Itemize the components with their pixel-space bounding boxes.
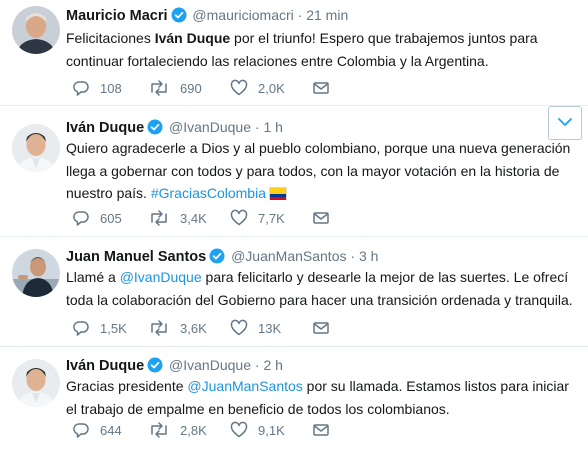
verified-badge-icon [171, 7, 187, 28]
tweet-duque-1[interactable]: Iván Duque @IvanDuque · 1 h Quiero agrad… [0, 106, 588, 237]
author-handle[interactable]: @mauriciomacri [192, 7, 293, 23]
retweet-icon [148, 319, 170, 337]
tweet-text: Quiero agradecerle a Dios y al pueblo co… [66, 137, 576, 205]
message-button[interactable] [312, 78, 330, 98]
retweet-count: 3,4K [180, 210, 207, 226]
heart-icon [230, 319, 248, 337]
like-button[interactable]: 13K [230, 318, 281, 338]
tweet-header: Iván Duque @IvanDuque · 2 h [66, 355, 283, 375]
author-handle[interactable]: @IvanDuque [169, 119, 251, 135]
reply-button[interactable]: 108 [72, 78, 122, 98]
tweet-text: Felicitaciones Iván Duque por el triunfo… [66, 27, 576, 72]
author-name[interactable]: Juan Manuel Santos [66, 249, 206, 265]
author-name[interactable]: Iván Duque [66, 358, 144, 374]
avatar[interactable] [12, 249, 60, 297]
separator: · [350, 248, 356, 264]
like-count: 7,7K [258, 210, 285, 226]
text-bold: Iván Duque [154, 30, 231, 46]
like-button[interactable]: 2,0K [230, 78, 285, 98]
avatar[interactable] [12, 359, 60, 407]
mention-link[interactable]: @JuanManSantos [187, 378, 302, 394]
reply-button[interactable]: 644 [72, 420, 122, 440]
retweet-icon [148, 79, 170, 97]
like-count: 9,1K [258, 422, 285, 438]
retweet-count: 3,6K [180, 320, 207, 336]
reply-icon [72, 421, 90, 439]
tweet-text: Gracias presidente @JuanManSantos por su… [66, 375, 576, 420]
retweet-button[interactable]: 2,8K [148, 420, 207, 440]
like-count: 13K [258, 320, 282, 336]
reply-icon [72, 209, 90, 227]
retweet-button[interactable]: 3,4K [148, 208, 207, 228]
retweet-icon [148, 421, 170, 439]
message-button[interactable] [312, 208, 330, 228]
reply-count: 108 [100, 80, 122, 96]
retweet-count: 2,8K [180, 422, 207, 438]
author-name[interactable]: Mauricio Macri [66, 8, 168, 24]
tweet-header: Iván Duque @IvanDuque · 1 h [66, 117, 283, 137]
tweet-macri[interactable]: Mauricio Macri @mauriciomacri · 21 min F… [0, 0, 588, 106]
author-name[interactable]: Iván Duque [66, 120, 144, 136]
envelope-icon [312, 319, 330, 337]
avatar[interactable] [12, 124, 60, 172]
separator: · [297, 7, 303, 23]
tweet-text: Llamé a @IvanDuque para felicitarlo y de… [66, 266, 576, 311]
reply-icon [72, 319, 90, 337]
retweet-button[interactable]: 3,6K [148, 318, 207, 338]
message-button[interactable] [312, 420, 330, 440]
envelope-icon [312, 421, 330, 439]
colombia-flag-emoji [269, 187, 287, 200]
tweet-duque-2[interactable]: Iván Duque @IvanDuque · 2 h Gracias pres… [0, 347, 588, 449]
heart-icon [230, 79, 248, 97]
text-segment: Llamé a [66, 269, 120, 285]
like-button[interactable]: 9,1K [230, 420, 285, 440]
hashtag-link[interactable]: #GraciasColombia [151, 185, 266, 201]
timestamp[interactable]: 1 h [263, 119, 282, 135]
text-segment: Gracias presidente [66, 378, 188, 394]
separator: · [254, 357, 260, 373]
chevron-down-icon [557, 114, 573, 132]
reply-count: 644 [100, 422, 122, 438]
timestamp[interactable]: 21 min [306, 7, 348, 23]
heart-icon [230, 209, 248, 227]
more-options-button[interactable] [548, 106, 582, 140]
timestamp[interactable]: 3 h [359, 248, 378, 264]
heart-icon [230, 421, 248, 439]
tweet-header: Juan Manuel Santos @JuanManSantos · 3 h [66, 246, 378, 266]
tweet-header: Mauricio Macri @mauriciomacri · 21 min [66, 5, 348, 25]
reply-count: 605 [100, 210, 122, 226]
text-segment: Quiero agradecerle a Dios y al pueblo co… [66, 140, 571, 201]
message-button[interactable] [312, 318, 330, 338]
like-button[interactable]: 7,7K [230, 208, 285, 228]
avatar[interactable] [12, 6, 60, 54]
text-segment: Felicitaciones [66, 30, 155, 46]
author-handle[interactable]: @IvanDuque [169, 357, 251, 373]
retweet-button[interactable]: 690 [148, 78, 202, 98]
envelope-icon [312, 209, 330, 227]
envelope-icon [312, 79, 330, 97]
mention-link[interactable]: @IvanDuque [120, 269, 202, 285]
retweet-count: 690 [180, 80, 202, 96]
retweet-icon [148, 209, 170, 227]
separator: · [254, 119, 260, 135]
reply-button[interactable]: 605 [72, 208, 122, 228]
author-handle[interactable]: @JuanManSantos [231, 248, 346, 264]
timestamp[interactable]: 2 h [263, 357, 282, 373]
like-count: 2,0K [258, 80, 285, 96]
reply-count: 1,5K [100, 320, 127, 336]
reply-button[interactable]: 1,5K [72, 318, 127, 338]
tweet-santos[interactable]: Juan Manuel Santos @JuanManSantos · 3 h … [0, 237, 588, 347]
reply-icon [72, 79, 90, 97]
